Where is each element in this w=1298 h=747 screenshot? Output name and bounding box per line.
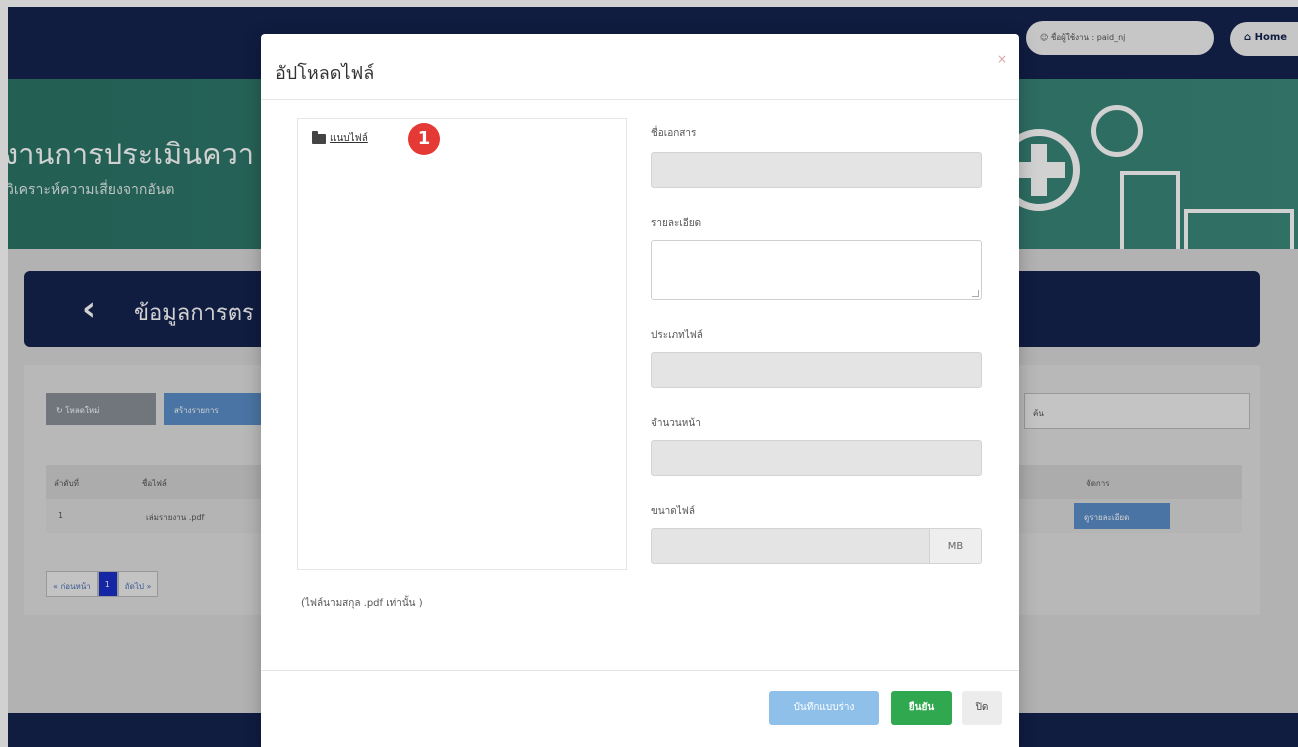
doc-name-label: ชื่อเอกสาร [651, 128, 697, 139]
file-size-field[interactable] [651, 528, 930, 564]
modal-footer: บันทึกแบบร่าง ยืนยัน ปิด [261, 670, 1019, 747]
doc-name-field[interactable] [651, 152, 982, 188]
confirm-button[interactable]: ยืนยัน [891, 691, 952, 725]
close-icon[interactable]: × [997, 52, 1007, 66]
size-unit-addon: MB [930, 528, 982, 564]
modal-title: อัปโหลดไฟล์ [275, 63, 375, 84]
file-type-label: ประเภทไฟล์ [651, 330, 703, 341]
attach-file-link[interactable]: แนบไฟล์ [330, 131, 368, 146]
folder-icon [312, 130, 326, 144]
attach-folder-item[interactable]: แนบไฟล์ [312, 130, 368, 146]
file-size-label: ขนาดไฟล์ [651, 506, 696, 517]
page-count-field[interactable] [651, 440, 982, 476]
upload-modal: อัปโหลดไฟล์ × แนบไฟล์ 1 (ไฟล์นามสกุล .pd… [261, 34, 1019, 747]
file-tree-panel: แนบไฟล์ 1 [297, 118, 627, 570]
detail-textarea[interactable] [651, 240, 982, 300]
step-number-badge: 1 [408, 123, 440, 155]
detail-label: รายละเอียด [651, 218, 702, 229]
page-count-label: จำนวนหน้า [651, 418, 701, 429]
file-size-group: MB [651, 528, 982, 564]
modal-header: อัปโหลดไฟล์ × [261, 34, 1019, 100]
file-type-field[interactable] [651, 352, 982, 388]
save-draft-button[interactable]: บันทึกแบบร่าง [769, 691, 879, 725]
close-button[interactable]: ปิด [962, 691, 1002, 725]
resize-handle-icon[interactable] [972, 290, 979, 297]
file-type-note: (ไฟล์นามสกุล .pdf เท่านั้น ) [301, 598, 423, 609]
